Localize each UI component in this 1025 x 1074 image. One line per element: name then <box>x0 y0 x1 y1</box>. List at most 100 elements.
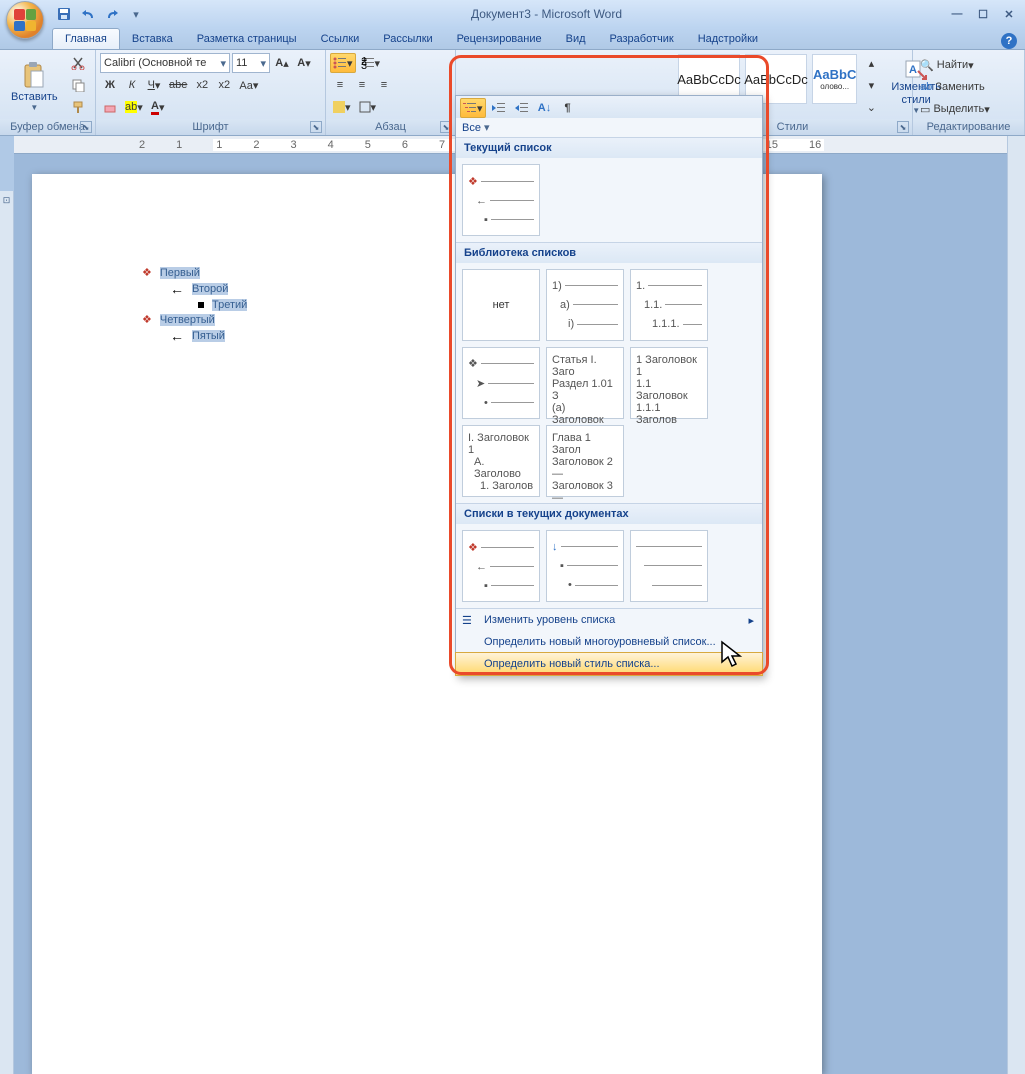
italic-icon[interactable]: К <box>122 75 142 95</box>
styles-more-icon[interactable]: ⌄ <box>861 97 881 117</box>
align-right-icon[interactable]: ≡ <box>374 75 394 95</box>
list-text: Пятый <box>192 330 225 342</box>
redo-icon[interactable] <box>102 4 122 24</box>
font-name-combo[interactable]: Calibri (Основной те▾ <box>100 53 230 73</box>
style-tile-2-sample: AaBbCcDc <box>744 72 808 87</box>
list-tile[interactable]: Глава 1 ЗаголЗаголовок 2—Заголовок 3— <box>546 425 624 497</box>
t: 1.1.1. <box>652 318 680 330</box>
paste-button[interactable]: Вставить ▼ <box>4 53 65 119</box>
replace-button[interactable]: ab Заменить <box>917 77 1021 97</box>
decrease-indent-icon[interactable] <box>489 98 509 118</box>
tab-references[interactable]: Ссылки <box>309 29 372 49</box>
align-left-icon[interactable]: ≡ <box>330 75 350 95</box>
font-name-value: Calibri (Основной те <box>104 57 206 69</box>
list-tile[interactable]: 1.1.1.1.1.1. <box>630 269 708 341</box>
change-list-level-item[interactable]: ☰Изменить уровень списка▸ <box>456 609 762 631</box>
list-text: Третий <box>212 299 247 311</box>
show-marks-icon[interactable]: ¶ <box>558 98 578 118</box>
font-size-combo[interactable]: 11▾ <box>232 53 270 73</box>
list-tile[interactable] <box>630 530 708 602</box>
menu-label: Определить новый стиль списка... <box>484 658 660 670</box>
multilevel-list-icon[interactable]: ▾ <box>460 98 486 118</box>
highlight-icon[interactable]: ab▾ <box>122 97 146 117</box>
view-ruler-toggle[interactable]: ⊡ <box>0 191 14 1074</box>
tab-layout[interactable]: Разметка страницы <box>185 29 309 49</box>
list-tile[interactable]: ↓▪• <box>546 530 624 602</box>
qat-customize-icon[interactable]: ▾ <box>126 4 146 24</box>
align-center-icon[interactable]: ≡ <box>352 75 372 95</box>
dropdown-section-current: Текущий список <box>456 137 762 158</box>
vertical-scrollbar[interactable] <box>1007 136 1025 1074</box>
save-icon[interactable] <box>54 4 74 24</box>
list-tile-none[interactable]: нет <box>462 269 540 341</box>
bold-icon[interactable]: Ж <box>100 75 120 95</box>
ruler-tick: 1 <box>216 139 222 151</box>
tab-insert[interactable]: Вставка <box>120 29 185 49</box>
list-tile[interactable]: 1)a)i) <box>546 269 624 341</box>
styles-launcher-icon[interactable]: ⬊ <box>897 121 909 133</box>
cut-icon[interactable] <box>68 53 88 73</box>
tab-developer[interactable]: Разработчик <box>598 29 686 49</box>
numbering-icon[interactable]: 123▾ <box>358 53 384 73</box>
list-tile[interactable]: 1 Заголовок 11.1 Заголовок1.1.1 Заголов <box>630 347 708 419</box>
tab-mailings[interactable]: Рассылки <box>371 29 444 49</box>
clear-format-icon[interactable] <box>100 97 120 117</box>
change-case-icon[interactable]: Aa▾ <box>236 75 261 95</box>
list-tile[interactable]: Статья I. ЗагоРаздел 1.01 З(a) Заголовок <box>546 347 624 419</box>
ruler-tick: 1 <box>176 139 182 151</box>
dropdown-all-label[interactable]: Все <box>462 122 481 134</box>
arrow-left-icon: ← <box>170 328 184 344</box>
list-tile[interactable]: I. Заголовок 1A. Заголово1. Заголов <box>462 425 540 497</box>
font-group-label: Шрифт <box>192 121 228 133</box>
bullets-icon[interactable]: ▾ <box>330 53 356 73</box>
format-painter-icon[interactable] <box>68 97 88 117</box>
editing-group-label: Редактирование <box>927 121 1011 133</box>
dropdown-section-library: Библиотека списков <box>456 242 762 263</box>
paragraph-group-label: Абзац <box>375 121 406 133</box>
square-bullet-icon <box>198 302 204 308</box>
clipboard-launcher-icon[interactable]: ⬊ <box>80 121 92 133</box>
maximize-button[interactable]: ☐ <box>973 6 993 22</box>
list-tile[interactable]: ❖➤• <box>462 347 540 419</box>
shrink-font-icon[interactable]: A▾ <box>294 53 314 73</box>
undo-icon[interactable] <box>78 4 98 24</box>
style-tile-3[interactable]: AaBbCолово... <box>812 54 857 104</box>
tab-view[interactable]: Вид <box>554 29 598 49</box>
list-tile[interactable]: ❖←▪ <box>462 530 540 602</box>
increase-indent-icon[interactable] <box>512 98 532 118</box>
sort-icon[interactable]: A↓ <box>535 98 555 118</box>
office-button[interactable] <box>6 1 44 39</box>
list-tile-current[interactable]: ❖ ← ▪ <box>462 164 540 236</box>
shading-icon[interactable]: ▾ <box>330 97 354 117</box>
menu-label: Определить новый многоуровневый список..… <box>484 636 716 648</box>
define-new-multilevel-item[interactable]: Определить новый многоуровневый список..… <box>456 631 762 653</box>
grow-font-icon[interactable]: A▴ <box>272 53 292 73</box>
ruler-tick: 16 <box>809 139 821 151</box>
copy-icon[interactable] <box>68 75 88 95</box>
subscript-icon[interactable]: x2 <box>192 75 212 95</box>
paste-label: Вставить <box>11 91 58 103</box>
tab-review[interactable]: Рецензирование <box>445 29 554 49</box>
superscript-icon[interactable]: x2 <box>214 75 234 95</box>
define-new-list-style-item[interactable]: Определить новый стиль списка... <box>456 653 762 675</box>
strike-icon[interactable]: abe <box>166 75 190 95</box>
close-button[interactable]: ✕ <box>999 6 1019 22</box>
styles-up-icon[interactable]: ▴ <box>861 53 881 73</box>
font-launcher-icon[interactable]: ⬊ <box>310 121 322 133</box>
font-color-icon[interactable]: A▾ <box>148 97 168 117</box>
tab-home[interactable]: Главная <box>52 28 120 49</box>
find-button[interactable]: 🔍 Найти ▾ <box>917 55 1021 75</box>
underline-icon[interactable]: Ч ▾ <box>144 75 164 95</box>
t: ▪ <box>484 580 488 592</box>
help-icon[interactable]: ? <box>1001 33 1017 49</box>
styles-down-icon[interactable]: ▾ <box>861 75 881 95</box>
select-button[interactable]: ▭ Выделить ▾ <box>917 99 1021 119</box>
bullet-icon: ❖ <box>142 313 152 326</box>
borders-icon[interactable]: ▾ <box>356 97 380 117</box>
tab-addins[interactable]: Надстройки <box>686 29 770 49</box>
t: • <box>484 397 488 409</box>
style-tile-3-sub: олово... <box>820 82 849 91</box>
t: ↓ <box>552 541 558 553</box>
minimize-button[interactable]: — <box>947 6 967 22</box>
para-launcher-icon[interactable]: ⬊ <box>440 121 452 133</box>
